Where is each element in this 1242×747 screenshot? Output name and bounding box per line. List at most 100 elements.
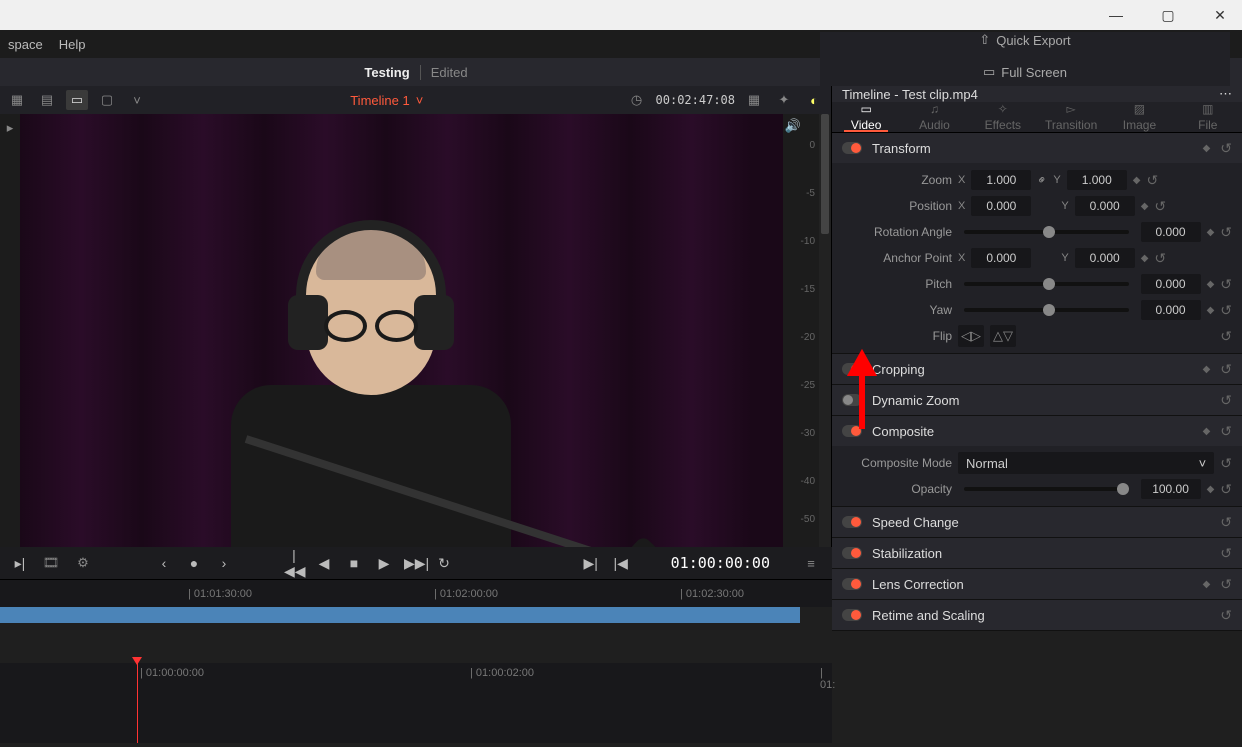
reset-icon[interactable]: ↺ — [1220, 481, 1232, 498]
keyframe-icon[interactable]: ◆ — [1207, 484, 1215, 495]
reset-icon[interactable]: ↺ — [1220, 328, 1232, 345]
menu-help[interactable]: Help — [59, 37, 86, 52]
reset-icon[interactable]: ↺ — [1220, 361, 1232, 378]
menu-icon[interactable]: ≡ — [800, 553, 822, 573]
transform-toggle[interactable] — [842, 142, 862, 154]
timeline-name[interactable]: Timeline 1 — [350, 93, 409, 108]
marker-flag-icon[interactable]: ▸ — [7, 120, 14, 136]
view-mode-4-icon[interactable]: ▢ — [96, 90, 118, 110]
reset-icon[interactable]: ↺ — [1154, 198, 1166, 215]
maximize-button[interactable]: ▢ — [1154, 1, 1182, 29]
reset-icon[interactable]: ↺ — [1220, 392, 1232, 409]
flip-h-button[interactable]: ◁▷ — [958, 325, 984, 347]
reset-icon[interactable]: ↺ — [1220, 276, 1232, 293]
next-clip-icon[interactable]: ▶| — [581, 555, 601, 572]
keyframe-icon[interactable]: ◆ — [1207, 279, 1215, 290]
audio-meter-scrollbar[interactable] — [819, 114, 831, 547]
reset-icon[interactable]: ↺ — [1220, 224, 1232, 241]
tool-2-icon[interactable]: ⚙ — [72, 553, 94, 573]
video-viewport[interactable] — [20, 114, 783, 547]
reset-icon[interactable]: ↺ — [1220, 576, 1232, 593]
more-icon[interactable]: ⋯ — [1219, 86, 1232, 102]
tab-image[interactable]: ▨Image — [1105, 102, 1173, 132]
anchor-x-input[interactable]: 0.000 — [971, 248, 1031, 268]
lens-correction-toggle[interactable] — [842, 578, 862, 590]
play-icon[interactable]: ▶ — [374, 555, 394, 572]
retime-toggle[interactable] — [842, 609, 862, 621]
reset-icon[interactable]: ↺ — [1220, 607, 1232, 624]
reverse-icon[interactable]: ◀ — [314, 555, 334, 572]
keyframe-icon[interactable]: ◆ — [1207, 227, 1215, 238]
chevron-down-icon[interactable]: ˅ — [126, 90, 148, 110]
stabilization-toggle[interactable] — [842, 547, 862, 559]
keyframe-icon[interactable]: ◆ — [1203, 143, 1211, 154]
keyframe-icon[interactable]: ◆ — [1207, 305, 1215, 316]
yaw-input[interactable]: 0.000 — [1141, 300, 1201, 320]
pitch-slider[interactable] — [964, 282, 1129, 286]
reset-icon[interactable]: ↺ — [1220, 455, 1232, 472]
opacity-input[interactable]: 100.00 — [1141, 479, 1201, 499]
dynamic-zoom-toggle[interactable] — [842, 394, 862, 406]
section-lens-correction-header[interactable]: Lens Correction ◆↺ — [832, 569, 1242, 599]
go-start-icon[interactable]: |◀◀ — [284, 547, 304, 580]
reset-icon[interactable]: ↺ — [1220, 302, 1232, 319]
flip-v-button[interactable]: △▽ — [990, 325, 1016, 347]
go-end-icon[interactable]: ▶▶| — [404, 555, 424, 572]
reset-icon[interactable]: ↺ — [1220, 140, 1232, 157]
section-stabilization-header[interactable]: Stabilization ↺ — [832, 538, 1242, 568]
timeline-track-mini[interactable] — [0, 607, 800, 623]
menu-workspace[interactable]: space — [8, 37, 43, 52]
opacity-slider[interactable] — [964, 487, 1129, 491]
link-icon[interactable]: ⚭ — [1034, 171, 1051, 188]
tab-video[interactable]: ▭Video — [832, 102, 900, 132]
section-transform-header[interactable]: Transform ◆ ↺ — [832, 133, 1242, 163]
reset-icon[interactable]: ↺ — [1220, 545, 1232, 562]
section-speed-change-header[interactable]: Speed Change ↺ — [832, 507, 1242, 537]
keyframe-icon[interactable]: ◆ — [1203, 426, 1211, 437]
tab-audio[interactable]: ♫Audio — [900, 102, 968, 132]
prev-marker-icon[interactable]: ‹ — [154, 555, 174, 571]
section-dynamic-zoom-header[interactable]: Dynamic Zoom ↺ — [832, 385, 1242, 415]
pitch-input[interactable]: 0.000 — [1141, 274, 1201, 294]
rotation-input[interactable]: 0.000 — [1141, 222, 1201, 242]
anchor-y-input[interactable]: 0.000 — [1075, 248, 1135, 268]
keyframe-icon[interactable]: ◆ — [1141, 253, 1149, 264]
stop-icon[interactable]: ■ — [344, 555, 364, 571]
viewer-opt-3-icon[interactable]: ◐ — [803, 90, 825, 110]
zoom-x-input[interactable]: 1.000 — [971, 170, 1031, 190]
position-x-input[interactable]: 0.000 — [971, 196, 1031, 216]
playhead[interactable] — [137, 663, 138, 743]
transport-timecode[interactable]: 01:00:00:00 — [671, 554, 770, 572]
record-icon[interactable]: ● — [184, 555, 204, 571]
tab-effects[interactable]: ✧Effects — [969, 102, 1037, 132]
view-mode-1-icon[interactable]: ▦ — [6, 90, 28, 110]
composite-mode-select[interactable]: Normal˅ — [958, 452, 1214, 474]
section-retime-header[interactable]: Retime and Scaling ↺ — [832, 600, 1242, 630]
keyframe-icon[interactable]: ◆ — [1203, 579, 1211, 590]
viewer-opt-1-icon[interactable]: ▦ — [743, 90, 765, 110]
timeline-ruler-mini[interactable]: | 01:01:30:00| 01:02:00:00| 01:02:30:00 — [0, 579, 832, 607]
chevron-down-icon[interactable]: ˅ — [416, 93, 424, 108]
keyframe-icon[interactable]: ◆ — [1141, 201, 1149, 212]
keyframe-icon[interactable]: ◆ — [1203, 364, 1211, 375]
zoom-y-input[interactable]: 1.000 — [1067, 170, 1127, 190]
viewer-opt-2-icon[interactable]: ✦ — [773, 90, 795, 110]
tool-1-icon[interactable]: 🎞 — [40, 553, 62, 573]
reset-icon[interactable]: ↺ — [1146, 172, 1158, 189]
speaker-icon[interactable]: 🔊 — [785, 118, 801, 134]
next-marker-icon[interactable]: › — [214, 555, 234, 571]
reset-icon[interactable]: ↺ — [1220, 423, 1232, 440]
close-button[interactable]: ✕ — [1206, 1, 1234, 29]
keyframe-icon[interactable]: ◆ — [1133, 175, 1141, 186]
view-mode-2-icon[interactable]: ▤ — [36, 90, 58, 110]
composite-toggle[interactable] — [842, 425, 862, 437]
marker-end-icon[interactable]: ▸| — [10, 555, 30, 572]
position-y-input[interactable]: 0.000 — [1075, 196, 1135, 216]
rotation-slider[interactable] — [964, 230, 1129, 234]
timeline-ruler[interactable]: | 01:00:00:00| 01:00:02:00| 01: — [0, 663, 832, 743]
section-cropping-header[interactable]: Cropping ◆↺ — [832, 354, 1242, 384]
yaw-slider[interactable] — [964, 308, 1129, 312]
minimize-button[interactable]: — — [1102, 1, 1130, 29]
cropping-toggle[interactable] — [842, 363, 862, 375]
reset-icon[interactable]: ↺ — [1220, 514, 1232, 531]
